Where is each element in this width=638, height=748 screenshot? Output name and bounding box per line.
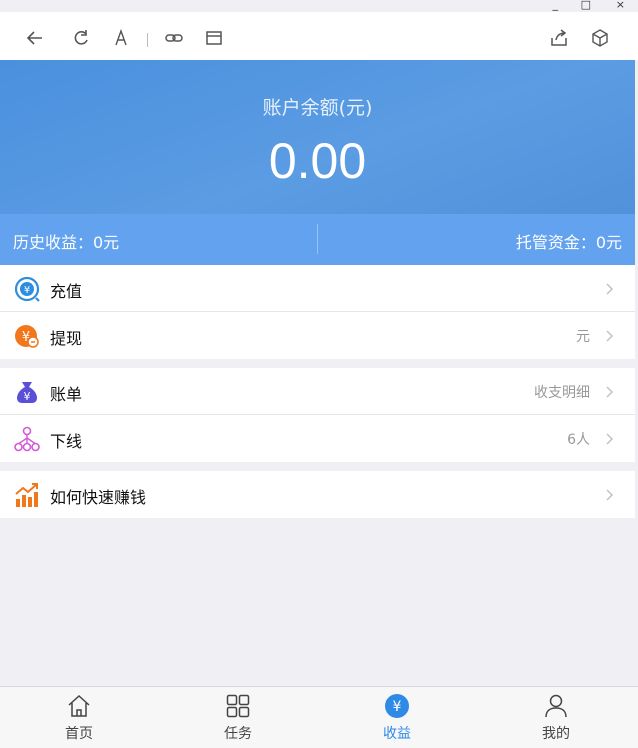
window-icon[interactable] [204, 28, 224, 48]
moneybag-icon: ¥ [14, 379, 40, 405]
menu-group-funds: ¥ 充值 ¥ 提现 元 [0, 265, 635, 359]
menu-item-bill[interactable]: ¥ 账单 收支明细 [0, 368, 635, 415]
menu-item-withdraw[interactable]: ¥ 提现 元 [0, 312, 635, 359]
tab-label: 任务 [224, 726, 252, 742]
tab-label: 首页 [65, 726, 93, 742]
chevron-right-icon [601, 281, 617, 297]
font-size-icon[interactable] [111, 28, 131, 48]
svg-text:¥: ¥ [393, 699, 402, 715]
tab-tasks[interactable]: 任务 [198, 687, 278, 748]
svg-text:¥: ¥ [24, 285, 30, 296]
grid-icon [226, 694, 250, 718]
recharge-icon: ¥ [14, 276, 40, 302]
strip-divider [317, 224, 318, 254]
menu-item-earn-tips[interactable]: 如何快速赚钱 [0, 471, 635, 518]
menu-group-records: ¥ 账单 收支明细 下线 6人 [0, 368, 635, 462]
back-icon[interactable] [25, 28, 45, 48]
toolbar-separator [147, 33, 148, 47]
tab-label: 收益 [383, 726, 411, 742]
tab-home[interactable]: 首页 [39, 687, 119, 748]
svg-text:¥: ¥ [24, 390, 31, 403]
custody-funds: 托管资金：0元 [515, 233, 622, 252]
close-button[interactable]: × [616, 0, 625, 11]
window-controls: _ □ × [518, 0, 638, 12]
menu-item-value: 元 [576, 329, 590, 345]
withdraw-icon: ¥ [14, 323, 40, 349]
menu-item-label: 账单 [50, 385, 83, 404]
cube-icon[interactable] [590, 28, 610, 48]
menu-item-value: 收支明细 [534, 385, 590, 401]
menu-item-label: 充值 [50, 282, 83, 301]
maximize-button[interactable]: □ [581, 0, 591, 11]
chevron-right-icon [601, 487, 617, 503]
yen-icon: ¥ [385, 694, 409, 718]
tab-earnings[interactable]: ¥ 收益 [357, 687, 437, 748]
menu-item-value: 6人 [567, 432, 590, 448]
balance-amount: 0.00 [268, 133, 367, 189]
menu-item-label: 下线 [50, 432, 83, 451]
balance-label: 账户余额(元) [262, 97, 373, 119]
chevron-right-icon [601, 328, 617, 344]
menu-item-label: 提现 [50, 329, 83, 348]
user-icon [544, 694, 568, 718]
menu-item-downline[interactable]: 下线 6人 [0, 415, 635, 462]
balance-summary-strip: 历史收益：0元 托管资金：0元 [0, 214, 635, 265]
home-icon [67, 694, 91, 718]
chevron-right-icon [601, 384, 617, 400]
tab-mine[interactable]: 我的 [516, 687, 596, 748]
share-icon[interactable] [549, 28, 569, 48]
refresh-icon[interactable] [71, 28, 91, 48]
chevron-right-icon [601, 431, 617, 447]
bottom-tab-bar: 首页 任务 ¥ 收益 我的 [0, 686, 638, 748]
chart-up-icon [14, 482, 40, 508]
menu-item-label: 如何快速赚钱 [50, 488, 147, 507]
menu-item-recharge[interactable]: ¥ 充值 [0, 265, 635, 312]
network-icon [14, 426, 40, 452]
tab-label: 我的 [542, 726, 570, 742]
menu-group-tips: 如何快速赚钱 [0, 471, 635, 518]
minimize-button[interactable]: _ [553, 0, 559, 11]
link-icon[interactable] [164, 28, 184, 48]
balance-header: 账户余额(元) 0.00 历史收益：0元 托管资金：0元 [0, 60, 635, 265]
toolbar [0, 12, 638, 60]
history-earnings: 历史收益：0元 [13, 233, 120, 252]
